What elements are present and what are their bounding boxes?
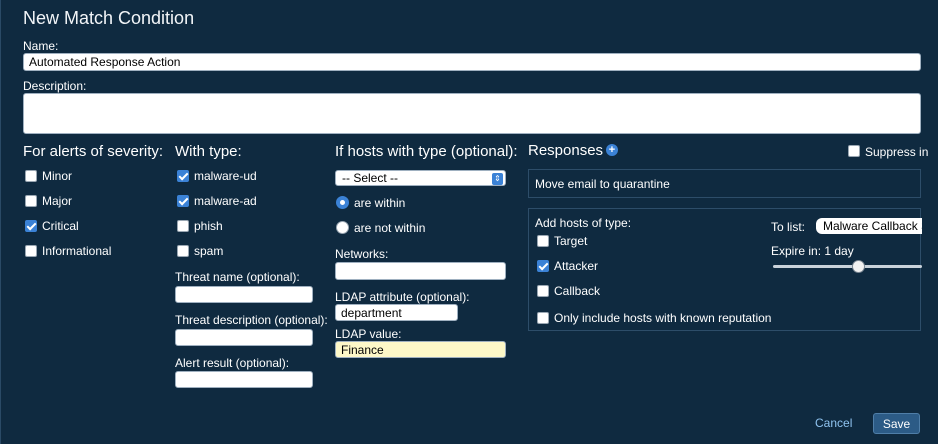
known-reputation-checkbox[interactable] (537, 312, 549, 324)
host-type-select-value: -- Select -- (342, 171, 399, 185)
host-target-checkbox[interactable] (537, 235, 549, 247)
new-match-condition-dialog: New Match Condition Name: Automated Resp… (0, 0, 938, 444)
host-attacker-checkbox[interactable] (537, 260, 549, 272)
ldap-attribute-input[interactable]: department (335, 304, 458, 321)
host-target-label: Target (554, 234, 588, 248)
type-malware-ad-label: malware-ad (194, 194, 257, 208)
select-arrows-icon: ⇕ (492, 173, 503, 185)
severity-heading: For alerts of severity: (23, 143, 164, 160)
networks-input[interactable] (335, 262, 506, 280)
host-attacker-label: Attacker (554, 259, 599, 273)
response-item[interactable]: Move email to quarantine (528, 169, 921, 198)
responses-heading: Responses (528, 142, 604, 159)
type-malware-ud-checkbox[interactable] (177, 170, 189, 182)
name-input[interactable]: Automated Response Action (23, 53, 921, 71)
type-phish-checkbox[interactable] (177, 220, 189, 232)
expire-slider-track[interactable] (773, 265, 922, 268)
severity-major-checkbox[interactable] (25, 195, 37, 207)
description-label: Description: (23, 79, 87, 93)
severity-critical-checkbox[interactable] (25, 220, 37, 232)
type-phish-label: phish (194, 219, 223, 233)
ldap-value-input[interactable]: Finance (335, 341, 506, 358)
networks-label: Networks: (335, 247, 389, 261)
ldap-value-label: LDAP value: (335, 327, 402, 341)
alert-result-input[interactable] (175, 371, 313, 388)
description-input[interactable] (23, 93, 921, 134)
severity-minor-label: Minor (42, 169, 73, 183)
threat-description-label: Threat description (optional): (175, 313, 328, 327)
to-list-select[interactable]: Malware Callback Si (816, 218, 922, 234)
type-malware-ad-checkbox[interactable] (177, 195, 189, 207)
hosts-heading: If hosts with type (optional): (335, 143, 518, 160)
severity-informational-label: Informational (42, 244, 112, 258)
host-type-select[interactable]: -- Select -- ⇕ (335, 170, 506, 186)
severity-informational-checkbox[interactable] (25, 245, 37, 257)
threat-name-input[interactable] (175, 286, 313, 303)
are-within-label: are within (354, 196, 406, 210)
severity-major-label: Major (42, 194, 73, 208)
alert-result-label: Alert result (optional): (175, 356, 290, 370)
add-hosts-label: Add hosts of type: (535, 216, 632, 230)
type-heading: With type: (175, 143, 242, 160)
are-not-within-radio[interactable] (336, 221, 349, 234)
suppress-checkbox[interactable] (848, 145, 860, 157)
to-list-label: To list: (771, 220, 806, 234)
severity-minor-checkbox[interactable] (25, 170, 37, 182)
known-reputation-label: Only include hosts with known reputation (554, 311, 772, 325)
are-not-within-label: are not within (354, 221, 426, 235)
dialog-title: New Match Condition (23, 8, 195, 28)
add-hosts-panel: Add hosts of type: Target Attacker Callb… (528, 208, 922, 331)
add-response-icon[interactable]: + (606, 144, 618, 156)
name-label: Name: (23, 39, 59, 53)
suppress-label: Suppress in (865, 145, 929, 159)
ldap-attribute-label: LDAP attribute (optional): (335, 290, 470, 304)
type-malware-ud-label: malware-ud (194, 169, 257, 183)
host-callback-label: Callback (554, 284, 601, 298)
response-item-label: Move email to quarantine (535, 177, 670, 191)
expire-label: Expire in: 1 day (771, 244, 854, 258)
cancel-button[interactable]: Cancel (815, 416, 852, 430)
expire-slider-handle[interactable] (852, 260, 865, 273)
severity-critical-label: Critical (42, 219, 79, 233)
are-within-radio[interactable] (336, 196, 349, 209)
type-spam-label: spam (194, 244, 224, 258)
save-button[interactable]: Save (873, 413, 920, 434)
threat-description-input[interactable] (175, 329, 313, 346)
host-callback-checkbox[interactable] (537, 285, 549, 297)
threat-name-label: Threat name (optional): (175, 270, 300, 284)
type-spam-checkbox[interactable] (177, 245, 189, 257)
